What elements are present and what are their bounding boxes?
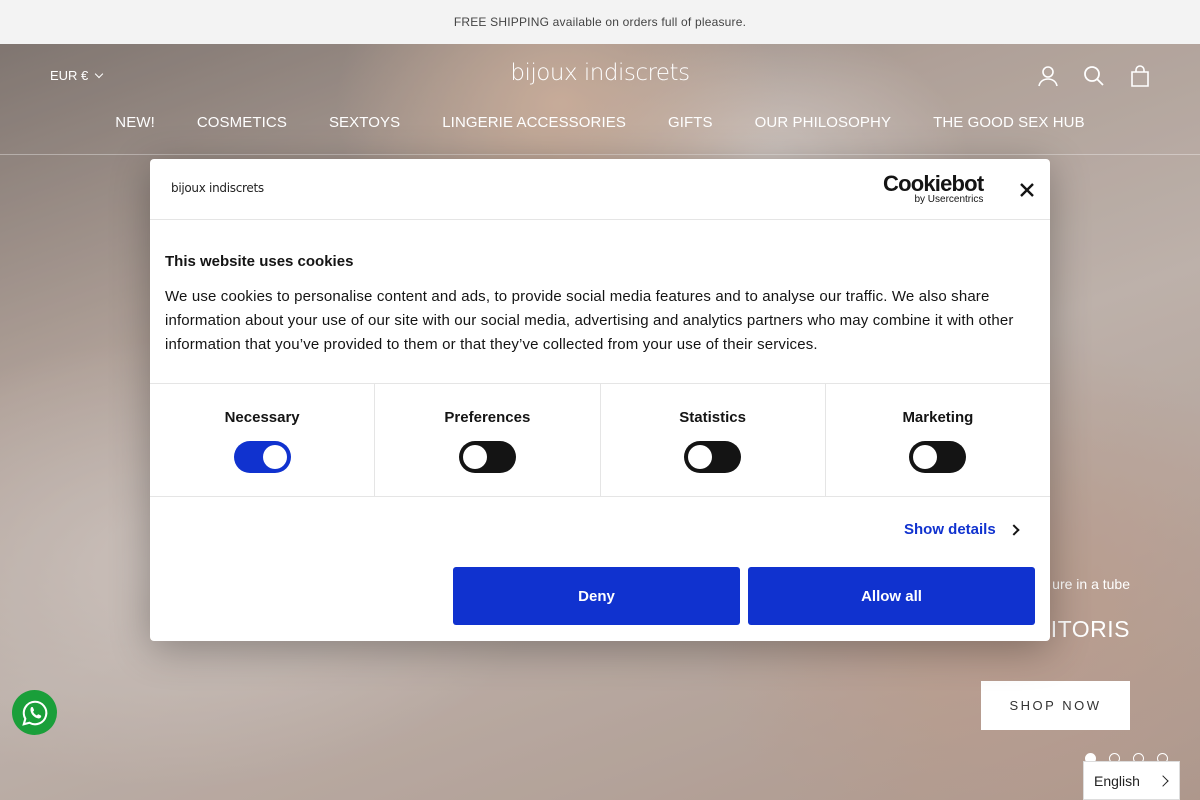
category-preferences: Preferences	[375, 384, 601, 496]
show-details-label: Show details	[904, 521, 996, 538]
cookiebot-brand: Cookiebot	[883, 171, 984, 196]
preferences-toggle[interactable]	[458, 441, 516, 473]
close-icon[interactable]	[1018, 181, 1036, 199]
chevron-right-icon	[1157, 774, 1169, 787]
deny-button[interactable]: Deny	[453, 567, 740, 625]
nav-item-good-sex-hub[interactable]: THE GOOD SEX HUB	[933, 114, 1085, 131]
category-label: Statistics	[679, 409, 746, 426]
whatsapp-button[interactable]	[12, 690, 57, 735]
cookie-dialog-header: bijoux indiscrets Cookiebot by Usercentr…	[150, 159, 1050, 220]
category-label: Necessary	[224, 409, 300, 426]
nav-item-our-philosophy[interactable]: OUR PHILOSOPHY	[755, 114, 891, 131]
show-details-link[interactable]: Show details	[904, 521, 1020, 538]
language-selector[interactable]: English	[1083, 761, 1180, 800]
category-necessary: Necessary	[150, 384, 376, 496]
cookiebot-logo: Cookiebot by Usercentrics	[883, 171, 984, 205]
hero-subtitle: ure in a tube	[1052, 576, 1130, 592]
whatsapp-icon	[21, 700, 47, 726]
allow-all-button[interactable]: Allow all	[748, 567, 1035, 625]
nav-item-new[interactable]: NEW!	[115, 114, 155, 131]
nav-item-lingerie-accessories[interactable]: LINGERIE ACCESSORIES	[442, 114, 626, 131]
nav-item-cosmetics[interactable]: COSMETICS	[197, 114, 287, 131]
search-icon[interactable]	[1082, 64, 1106, 88]
shop-now-button[interactable]: SHOP NOW	[981, 681, 1130, 730]
cookie-consent-dialog: bijoux indiscrets Cookiebot by Usercentr…	[150, 159, 1050, 641]
language-label: English	[1094, 772, 1140, 789]
cookie-dialog-body: This website uses cookies We use cookies…	[150, 220, 1050, 384]
nav-item-gifts[interactable]: GIFTS	[668, 114, 713, 131]
cookiebot-sub: by Usercentrics	[914, 194, 984, 205]
toggle-knob	[688, 445, 713, 469]
category-label: Preferences	[444, 409, 531, 426]
toggle-knob	[913, 445, 938, 469]
site-logo[interactable]: bijoux indiscrets	[0, 60, 1200, 86]
marketing-toggle[interactable]	[909, 441, 967, 473]
bag-icon[interactable]	[1128, 64, 1152, 88]
necessary-toggle[interactable]	[233, 441, 291, 473]
main-nav: NEW! COSMETICS SEXTOYS LINGERIE ACCESSOR…	[0, 114, 1200, 131]
category-marketing: Marketing	[826, 384, 1050, 496]
category-label: Marketing	[902, 409, 974, 426]
toggle-knob	[262, 445, 287, 469]
announcement-text: FREE SHIPPING available on orders full o…	[453, 15, 747, 29]
cookie-dialog-text: We use cookies to personalise content an…	[165, 288, 1014, 353]
header-icons	[1036, 64, 1152, 88]
category-statistics: Statistics	[601, 384, 826, 496]
chevron-right-icon	[1008, 523, 1020, 536]
toggle-knob	[462, 445, 487, 469]
cookie-categories: Necessary Preferences Statistics Marketi…	[150, 384, 1050, 497]
account-icon[interactable]	[1036, 64, 1060, 88]
statistics-toggle[interactable]	[684, 441, 742, 473]
site-header: EUR € bijoux indiscrets NEW! COSMETICS S…	[0, 44, 1200, 155]
cookie-dialog-title: This website uses cookies	[165, 253, 354, 270]
nav-item-sextoys[interactable]: SEXTOYS	[329, 114, 400, 131]
cookie-dialog-logo: bijoux indiscrets	[171, 181, 264, 195]
announcement-bar: FREE SHIPPING available on orders full o…	[0, 0, 1200, 44]
